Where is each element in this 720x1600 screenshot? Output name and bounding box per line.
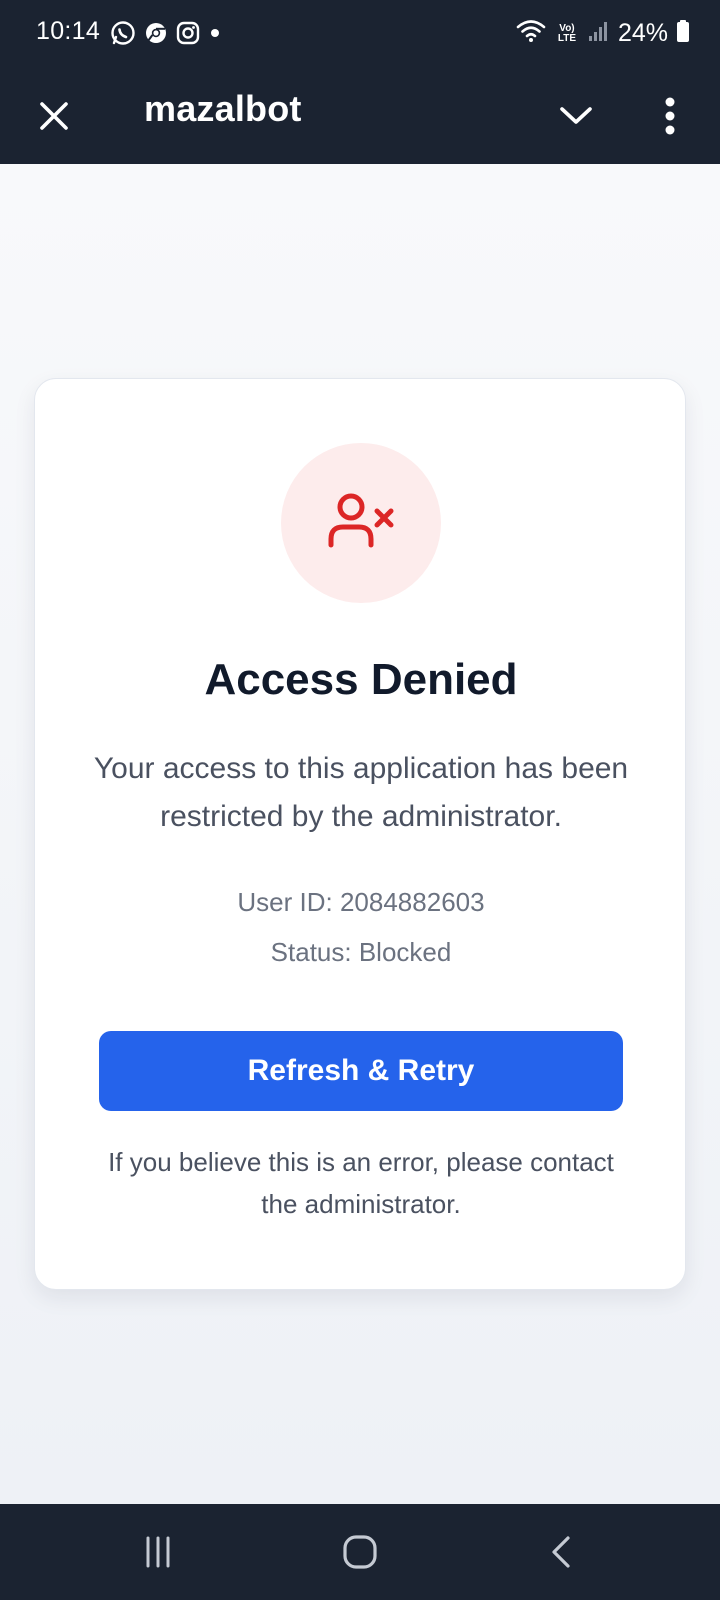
status-time: 10:14 xyxy=(36,17,101,45)
recents-button[interactable] xyxy=(130,1524,186,1580)
recents-icon xyxy=(146,1536,170,1568)
status-text: Status: Blocked xyxy=(270,937,452,967)
status-bar: 10:14 Vo) LTE 24% xyxy=(0,0,720,68)
more-vertical-icon xyxy=(665,97,675,135)
chevron-down-icon xyxy=(560,107,592,124)
app-title: mazalbot xyxy=(144,88,302,129)
access-denied-card: Access Denied Your access to this applic… xyxy=(34,378,686,1290)
user-blocked-icon xyxy=(328,493,394,548)
whatsapp-icon xyxy=(110,20,136,46)
signal-icon xyxy=(588,19,610,48)
app-bar: mazalbot xyxy=(0,68,720,164)
close-button[interactable] xyxy=(30,92,78,140)
restriction-message: Your access to this application has been… xyxy=(93,752,629,833)
status-indicators: Vo) LTE 24% xyxy=(516,18,690,49)
page-content: Access Denied Your access to this applic… xyxy=(0,164,720,1504)
system-nav-bar xyxy=(0,1504,720,1600)
icon-badge xyxy=(281,443,441,603)
chevron-button[interactable] xyxy=(552,92,600,140)
battery-icon xyxy=(676,19,690,48)
volte-label: Vo) LTE xyxy=(557,22,577,44)
more-options-button[interactable] xyxy=(648,88,692,144)
chrome-icon xyxy=(144,21,168,45)
back-button[interactable] xyxy=(534,1524,590,1580)
dot-icon xyxy=(208,21,222,45)
back-icon xyxy=(552,1536,570,1568)
home-icon xyxy=(343,1535,377,1569)
instagram-icon xyxy=(176,21,200,45)
user-id-text: User ID: 2084882603 xyxy=(237,887,485,917)
refresh-retry-button[interactable]: Refresh & Retry xyxy=(99,1031,623,1111)
notification-icons xyxy=(110,20,222,46)
close-icon xyxy=(40,102,68,130)
home-button[interactable] xyxy=(332,1524,388,1580)
wifi-icon xyxy=(516,18,546,49)
help-text: If you believe this is an error, please … xyxy=(108,1147,614,1219)
battery-percent: 24% xyxy=(617,19,668,47)
page-title: Access Denied xyxy=(204,655,518,704)
